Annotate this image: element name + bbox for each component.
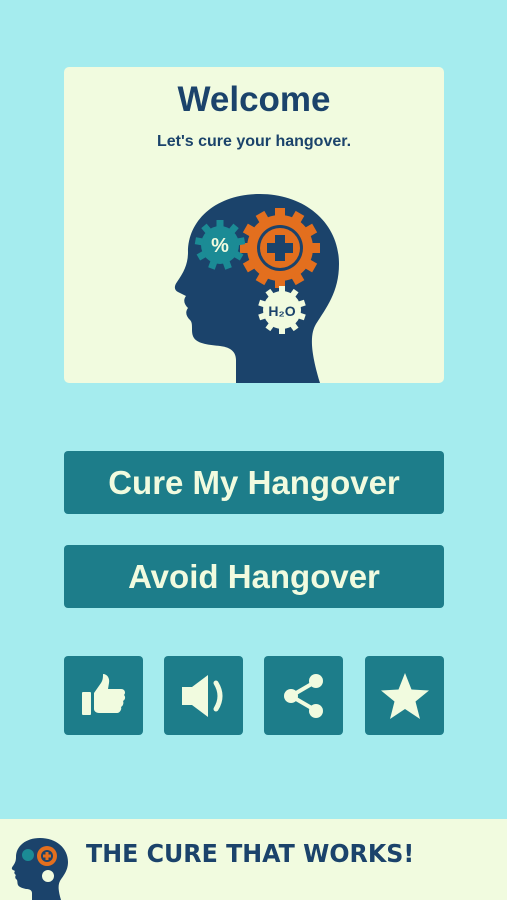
- cure-my-hangover-button[interactable]: Cure My Hangover: [64, 451, 444, 514]
- welcome-subtitle: Let's cure your hangover.: [156, 133, 352, 150]
- footer-banner[interactable]: THE CURE THAT WORKS!: [0, 819, 507, 900]
- speaker-icon: [181, 674, 222, 717]
- sound-button[interactable]: [164, 656, 243, 735]
- head-gears-illustration: % H₂O: [174, 194, 339, 383]
- head-gears-logo: [11, 838, 69, 900]
- star-icon: [380, 672, 429, 719]
- avoid-hangover-button[interactable]: Avoid Hangover: [64, 545, 444, 608]
- rate-button[interactable]: [365, 656, 444, 735]
- h2o-label: H₂O: [268, 303, 295, 319]
- like-button[interactable]: [64, 656, 143, 735]
- welcome-card: Welcome Let's cure your hangover. % H₂O: [64, 67, 444, 383]
- thumbs-up-icon: [81, 673, 125, 715]
- percent-glyph: %: [211, 235, 229, 257]
- share-icon: [283, 673, 323, 718]
- footer-tagline: THE CURE THAT WORKS!: [86, 839, 415, 868]
- share-button[interactable]: [264, 656, 343, 735]
- head-silhouette: [174, 194, 339, 383]
- welcome-title: Welcome: [177, 80, 331, 119]
